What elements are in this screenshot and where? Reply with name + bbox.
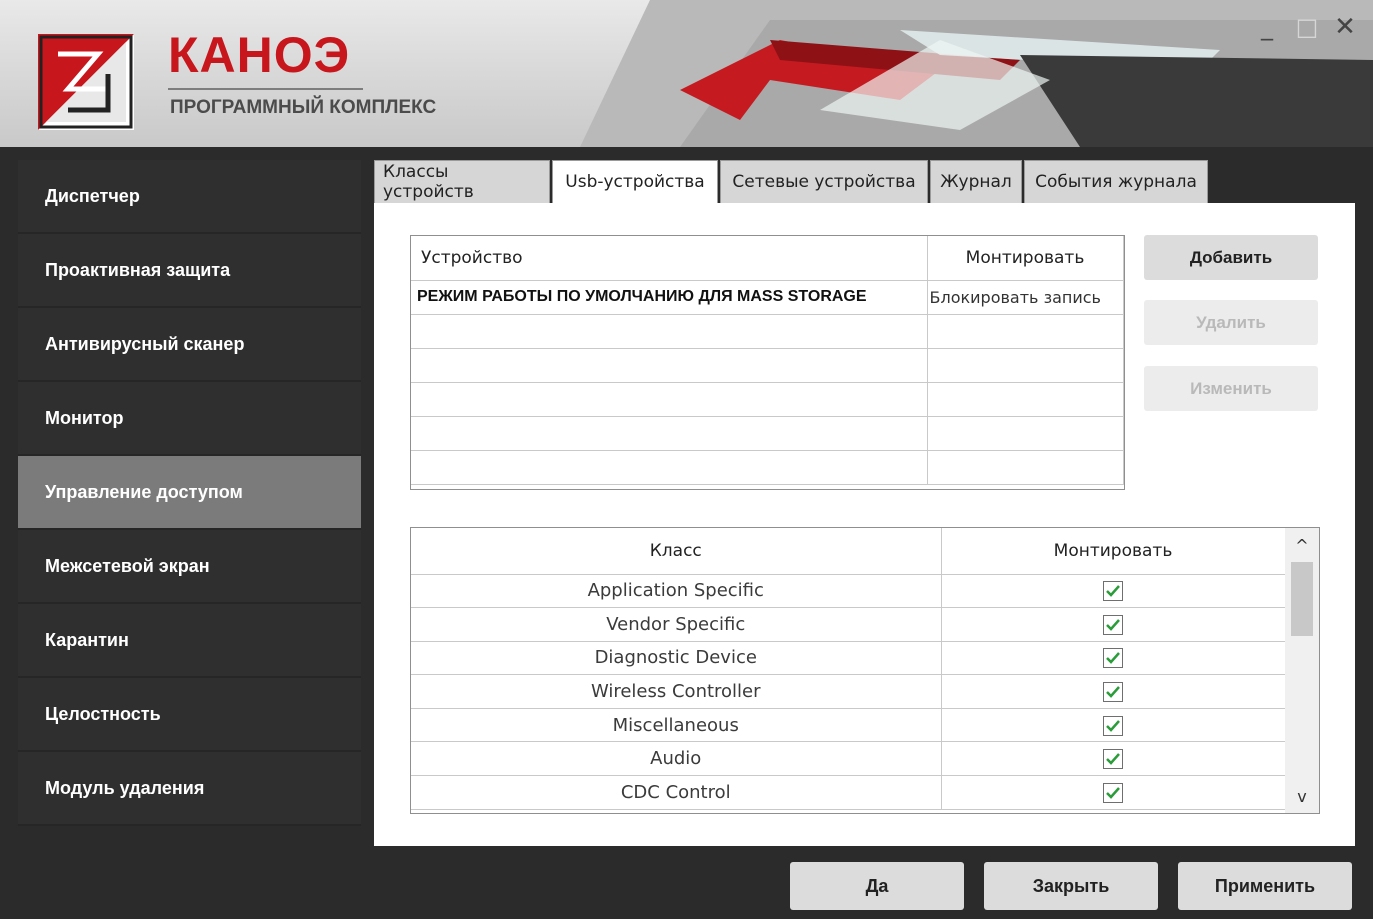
checkmark-icon [1106,753,1120,766]
sidebar-item-integrity[interactable]: Целостность [18,678,361,752]
mount-checkbox[interactable] [1103,648,1123,669]
mount-mode-cell[interactable]: Блокировать запись [927,280,1124,315]
sidebar-item-label: Модуль удаления [45,777,205,798]
maximize-button[interactable]: □ [1290,12,1324,42]
delete-button[interactable]: Удалить [1144,300,1318,345]
brand-name: КАНОЭ [168,27,351,83]
table-row[interactable]: Application Specific [411,574,1286,609]
add-button[interactable]: Добавить [1144,235,1318,280]
sidebar-item-label: Целостность [45,703,161,724]
tab-log-events[interactable]: События журнала [1024,160,1208,203]
tab-device-classes[interactable]: Классы устройств [374,160,550,203]
sidebar-nav: Диспетчер Проактивная защита Антивирусны… [18,160,361,826]
scroll-thumb[interactable] [1291,562,1313,636]
brand-subtitle: ПРОГРАММНЫЙ КОМПЛЕКС [170,97,437,118]
class-cell: Application Specific [411,574,942,609]
sidebar-item-label: Антивирусный сканер [45,333,245,354]
devices-table: Устройство Монтировать РЕЖИМ РАБОТЫ ПО У… [410,235,1125,490]
table-row[interactable]: CDC Control [411,775,1286,810]
class-cell: CDC Control [411,775,942,810]
sidebar-item-proactive[interactable]: Проактивная защита [18,234,361,308]
column-header-mount: Монтировать [927,236,1124,281]
sidebar-item-access-control[interactable]: Управление доступом [18,456,361,530]
class-cell: Diagnostic Device [411,641,942,676]
table-row[interactable]: Diagnostic Device [411,641,1286,676]
close-window-button[interactable]: ✕ [1328,12,1362,42]
usb-devices-panel: Устройство Монтировать РЕЖИМ РАБОТЫ ПО У… [374,203,1355,846]
table-row [411,314,1124,349]
header-banner-graphic [580,0,1373,147]
classes-table: Класс Монтировать Application Specific V… [410,527,1320,814]
checkmark-icon [1106,585,1120,598]
kanoe-logo [38,34,134,130]
yes-button[interactable]: Да [790,862,964,910]
apply-button[interactable]: Применить [1178,862,1352,910]
table-row[interactable]: Wireless Controller [411,674,1286,709]
close-button[interactable]: Закрыть [984,862,1158,910]
edit-button[interactable]: Изменить [1144,366,1318,411]
checkmark-icon [1106,787,1120,799]
sidebar-item-antivirus[interactable]: Антивирусный сканер [18,308,361,382]
mount-checkbox[interactable] [1103,749,1123,770]
checkmark-icon [1106,652,1120,665]
sidebar-item-dispatcher[interactable]: Диспетчер [18,160,361,234]
mount-checkbox[interactable] [1103,682,1123,703]
checkmark-icon [1106,719,1120,732]
brand-divider [168,88,363,90]
sidebar-item-label: Проактивная защита [45,259,231,280]
column-header-device: Устройство [411,236,928,281]
class-cell: Vendor Specific [411,607,942,642]
sidebar-item-label: Диспетчер [45,185,140,206]
mount-checkbox[interactable] [1103,614,1123,635]
scroll-up-icon[interactable]: ^ [1285,528,1319,562]
tab-bar: Классы устройств Usb-устройства Сетевые … [374,160,1210,203]
table-row [411,348,1124,383]
table-row[interactable]: РЕЖИМ РАБОТЫ ПО УМОЛЧАНИЮ ДЛЯ MASS STORA… [411,280,1124,315]
table-row[interactable]: Miscellaneous [411,708,1286,743]
checkmark-icon [1106,619,1120,631]
column-header-class: Класс [411,528,942,575]
tab-log[interactable]: Журнал [930,160,1022,203]
table-row[interactable]: Audio [411,741,1286,777]
mount-checkbox[interactable] [1103,782,1123,803]
class-cell: Wireless Controller [411,674,942,709]
checkmark-icon [1106,686,1120,698]
sidebar-item-quarantine[interactable]: Карантин [18,604,361,678]
class-cell: Audio [411,741,942,777]
sidebar-item-label: Карантин [45,629,129,650]
sidebar-item-label: Управление доступом [45,481,243,502]
tab-usb-devices[interactable]: Usb-устройства [552,160,718,203]
minimize-button[interactable]: _ [1250,12,1284,42]
sidebar-item-removal-module[interactable]: Модуль удаления [18,752,361,826]
mount-checkbox[interactable] [1103,715,1123,736]
app-header: КАНОЭ ПРОГРАММНЫЙ КОМПЛЕКС _ □ ✕ [0,0,1373,147]
sidebar-item-monitor[interactable]: Монитор [18,382,361,456]
table-row [411,416,1124,451]
table-row[interactable]: Vendor Specific [411,607,1286,642]
sidebar-item-label: Монитор [45,407,124,428]
device-cell: РЕЖИМ РАБОТЫ ПО УМОЛЧАНИЮ ДЛЯ MASS STORA… [411,280,928,315]
mount-checkbox[interactable] [1103,581,1123,602]
scroll-down-icon[interactable]: v [1285,779,1319,813]
column-header-mount: Монтировать [941,528,1286,575]
tab-network-devices[interactable]: Сетевые устройства [720,160,928,203]
sidebar-item-firewall[interactable]: Межсетевой экран [18,530,361,604]
table-row [411,450,1124,485]
sidebar-item-label: Межсетевой экран [45,555,210,576]
class-cell: Miscellaneous [411,708,942,743]
vertical-scrollbar[interactable]: ^ v [1285,528,1319,813]
table-row [411,382,1124,417]
